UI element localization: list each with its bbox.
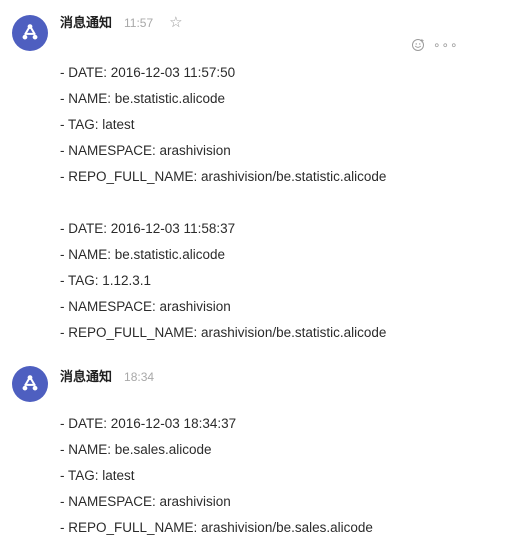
more-dots-icon[interactable]: ∘∘∘ xyxy=(433,39,459,51)
sender-name[interactable]: 消息通知 xyxy=(60,366,112,385)
message-line: - NAMESPACE: arashivision xyxy=(60,299,231,314)
message-line: - TAG: latest xyxy=(60,468,135,483)
message-time: 18:34 xyxy=(124,370,155,384)
webhook-avatar[interactable] xyxy=(12,366,48,402)
message-line: - REPO_FULL_NAME: arashivision/be.sales.… xyxy=(60,520,373,535)
message-line: - NAME: be.statistic.alicode xyxy=(60,91,226,106)
message-line: - DATE: 2016-12-03 11:57:50 xyxy=(60,65,236,80)
message-header: 消息通知 18:34 xyxy=(60,366,154,385)
webhook-icon xyxy=(22,375,38,391)
message-line: - TAG: latest xyxy=(60,117,135,132)
message-line: - REPO_FULL_NAME: arashivision/be.statis… xyxy=(60,169,387,184)
sender-name[interactable]: 消息通知 xyxy=(60,12,112,31)
emoji-smile-icon[interactable] xyxy=(411,38,425,52)
message-line: - NAME: be.statistic.alicode xyxy=(60,247,226,262)
message-actions: ∘∘∘ xyxy=(411,38,459,52)
message-header: 消息通知 11:57 ☆ xyxy=(60,12,183,31)
message-line: - REPO_FULL_NAME: arashivision/be.statis… xyxy=(60,325,387,340)
message-line: - NAMESPACE: arashivision xyxy=(60,143,231,158)
star-outline-icon[interactable]: ☆ xyxy=(169,15,182,30)
message-line: - TAG: 1.12.3.1 xyxy=(60,273,152,288)
message-line: - NAMESPACE: arashivision xyxy=(60,494,231,509)
webhook-avatar[interactable] xyxy=(12,15,48,51)
message-time: 11:57 xyxy=(124,16,154,30)
message-line: - NAME: be.sales.alicode xyxy=(60,442,212,457)
message-body: - DATE: 2016-12-03 11:58:37 - NAME: be.s… xyxy=(60,220,386,350)
message-line: - DATE: 2016-12-03 11:58:37 xyxy=(60,221,236,236)
message-line: - DATE: 2016-12-03 18:34:37 xyxy=(60,416,237,431)
message-body: - DATE: 2016-12-03 18:34:37 - NAME: be.s… xyxy=(60,415,373,545)
message-body: - DATE: 2016-12-03 11:57:50 - NAME: be.s… xyxy=(60,64,386,194)
webhook-icon xyxy=(22,24,38,40)
